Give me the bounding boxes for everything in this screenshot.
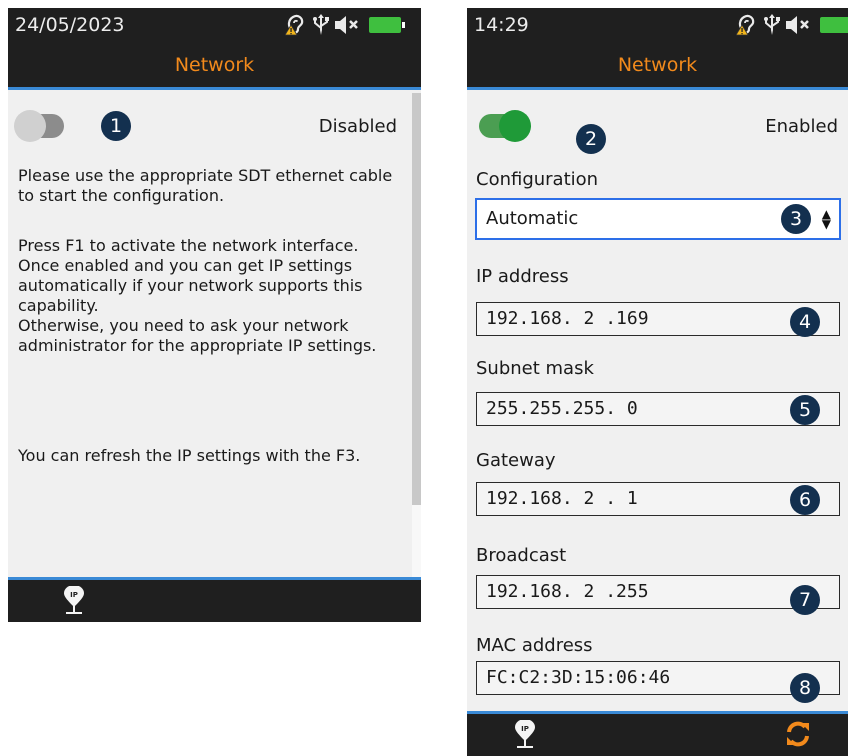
page-title: Network (617, 54, 698, 76)
subnet-mask-label: Subnet mask (476, 358, 594, 379)
callout-badge: 2 (576, 124, 606, 154)
broadcast-field[interactable]: 192.168. 2 .255 (476, 575, 840, 609)
ip-pin-icon[interactable]: IP (513, 719, 537, 750)
gateway-field[interactable]: 192.168. 2 . 1 (476, 482, 840, 516)
header-divider (467, 87, 848, 90)
mac-address-value: FC:C2:3D:15:06:46 (486, 667, 671, 688)
select-arrows-icon: ▲ ▼ (821, 207, 831, 231)
subnet-mask-value: 255.255.255. 0 (486, 398, 638, 419)
toggle-state-label: Enabled (765, 116, 838, 137)
toggle-state-label: Disabled (318, 116, 397, 137)
network-screen-disabled: 24/05/2023 Network 1 Disabled Please use… (8, 8, 421, 622)
callout-badge: 8 (790, 673, 820, 703)
callout-badge: 4 (790, 307, 820, 337)
help-text-refresh: You can refresh the IP settings with the… (18, 446, 361, 465)
footer-divider (8, 577, 421, 580)
callout-badge: 5 (790, 395, 820, 425)
callout-badge: 1 (101, 111, 131, 141)
broadcast-label: Broadcast (476, 545, 567, 566)
network-toggle[interactable] (479, 110, 531, 142)
broadcast-value: 192.168. 2 .255 (486, 581, 649, 602)
hearing-warning-icon (284, 14, 305, 36)
mac-address-label: MAC address (476, 635, 593, 656)
footer-divider (467, 711, 848, 714)
toggle-knob (14, 110, 46, 142)
bottom-bar: IP (467, 711, 848, 756)
speaker-muted-icon (786, 15, 812, 35)
status-icons (735, 14, 848, 36)
status-icons (284, 14, 405, 36)
usb-icon (313, 14, 329, 36)
top-bar: 24/05/2023 Network (8, 8, 421, 90)
svg-text:IP: IP (521, 725, 529, 733)
svg-text:IP: IP (70, 591, 78, 599)
ip-pin-icon[interactable]: IP (62, 585, 86, 616)
configuration-label: Configuration (476, 169, 599, 190)
subnet-mask-field[interactable]: 255.255.255. 0 (476, 392, 840, 426)
scrollbar-thumb[interactable] (412, 93, 421, 505)
top-bar: 14:29 Network (467, 8, 848, 90)
callout-badge: 7 (790, 585, 820, 615)
ip-address-field[interactable]: 192.168. 2 .169 (476, 302, 840, 336)
configuration-value: Automatic (486, 208, 579, 229)
battery-icon (820, 17, 848, 33)
page-title: Network (174, 54, 255, 76)
status-time: 14:29 (474, 14, 529, 36)
bottom-bar: IP (8, 577, 421, 622)
status-time: 24/05/2023 (15, 14, 125, 36)
network-screen-enabled: 14:29 Network 2 Enabled Configuration Au… (467, 8, 848, 756)
scrollbar[interactable] (412, 93, 421, 577)
usb-icon (764, 14, 780, 36)
help-text-activate: Press F1 to activate the network interfa… (18, 236, 377, 355)
help-text-cable: Please use the appropriate SDT ethernet … (18, 166, 393, 205)
gateway-value: 192.168. 2 . 1 (486, 488, 638, 509)
network-toggle[interactable] (14, 110, 64, 142)
hearing-warning-icon (735, 14, 756, 36)
mac-address-field[interactable]: FC:C2:3D:15:06:46 (476, 661, 840, 695)
ip-address-label: IP address (476, 266, 569, 287)
configuration-select[interactable]: Automatic 3 ▲ ▼ (475, 198, 841, 240)
refresh-icon[interactable] (784, 720, 812, 748)
speaker-muted-icon (335, 15, 361, 35)
battery-icon (369, 17, 405, 33)
callout-badge: 3 (781, 204, 811, 234)
callout-badge: 6 (790, 485, 820, 515)
toggle-knob (499, 110, 531, 142)
header-divider (8, 87, 421, 90)
ip-address-value: 192.168. 2 .169 (486, 308, 649, 329)
gateway-label: Gateway (476, 450, 556, 471)
